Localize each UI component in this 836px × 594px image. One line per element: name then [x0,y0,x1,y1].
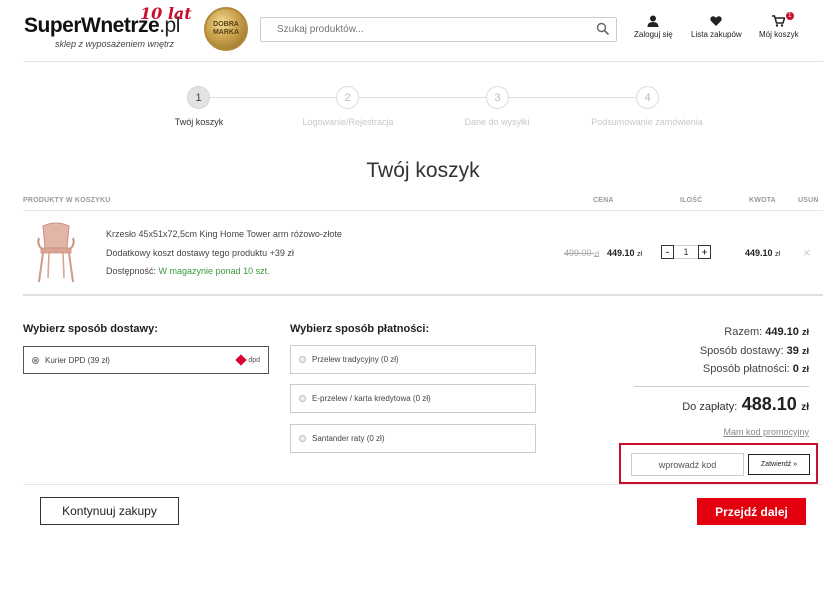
availability-value: W magazynie ponad 10 szt. [158,266,270,276]
proceed-button[interactable]: Przejdź dalej [697,498,806,525]
delivery-option-dpd[interactable]: Kurier DPD (39 zł) dpd [23,346,269,374]
col-header-remove: USUŃ [798,197,819,204]
search-box [260,17,617,42]
logo-anniversary: 10 lat [140,4,192,23]
checkout-steps-line [198,97,648,98]
cart-icon [772,15,786,27]
old-price: 499.00 zł [564,248,600,258]
product-thumbnail[interactable] [33,220,79,284]
summary-subtotal: Razem: 449.10 zł [724,326,809,338]
payment-option-label: E-przelew / karta kredytowa (0 zł) [312,394,431,403]
col-header-products: PRODUKTY W KOSZYKU [23,197,111,204]
dpd-logo: dpd [235,354,260,366]
search-input[interactable] [261,18,591,41]
step-4-circle: 4 [636,86,659,109]
payment-option-transfer[interactable]: Przelew tradycyjny (0 zł) [290,345,536,374]
step-2-circle: 2 [336,86,359,109]
step-3-circle: 3 [486,86,509,109]
step-3-label: Dane do wysyłki [464,117,530,127]
qty-input[interactable]: 1 [674,245,698,259]
payment-option-card[interactable]: E-przelew / karta kredytowa (0 zł) [290,384,536,413]
step-2-label: Logowanie/Rejestracja [302,117,394,127]
medal-text: DOBRA MARKA [212,21,240,36]
payment-option-label: Santander raty (0 zł) [312,434,385,443]
table-bottom-divider [23,294,823,296]
continue-shopping-button[interactable]: Kontynuuj zakupy [40,497,179,525]
product-extra-shipping: Dodatkowy koszt dostawy tego produktu +3… [106,248,294,258]
unit-price: 449.10 zł [607,248,643,258]
availability-label: Dostępność: [106,266,157,276]
line-total: 449.10 zł [745,248,781,258]
payment-option-installments[interactable]: Santander raty (0 zł) [290,424,536,453]
radio-dpd[interactable] [32,356,39,364]
logo-tagline: sklep z wyposażeniem wnętrz [55,39,175,49]
promo-submit-button[interactable]: Zatwierdź » [748,454,810,475]
user-icon [647,15,659,27]
summary-divider [634,386,809,387]
summary-payment: Sposób płatności: 0 zł [702,363,809,375]
delivery-option-label: Kurier DPD (39 zł) [45,355,110,365]
qty-decrease-button[interactable]: - [661,245,674,259]
promo-code-box: Zatwierdź » [619,443,818,484]
payment-title: Wybierz sposób płatności: [290,323,430,335]
step-1-circle: 1 [187,86,210,109]
footer-divider [23,484,823,485]
qty-increase-button[interactable]: + [698,245,711,259]
login-link[interactable]: Zaloguj się [634,15,673,39]
col-header-qty: ILOŚĆ [680,197,703,204]
step-4-label: Podsumowanie zamówienia [591,117,703,127]
summary-total: Do zapłaty: 488.10 zł [682,394,809,414]
login-label: Zaloguj się [634,30,673,39]
payment-option-label: Przelew tradycyjny (0 zł) [312,355,399,364]
product-availability: Dostępność: W magazynie ponad 10 szt. [106,266,270,276]
radio-card[interactable] [299,395,306,402]
col-header-price: CENA [593,197,614,204]
cart-link[interactable]: 1 Mój koszyk [759,12,799,39]
delivery-title: Wybierz sposób dostawy: [23,323,158,335]
promo-code-input[interactable] [631,453,744,476]
page-title: Twój koszyk [366,159,480,182]
remove-item-icon[interactable]: × [803,245,811,260]
promo-code-link[interactable]: Mam kod promocyjny [723,427,809,437]
header-divider [23,61,823,62]
summary-delivery: Sposób dostawy: 39 zł [699,345,809,357]
cart-label: Mój koszyk [759,30,799,39]
quality-medal-badge: DOBRA MARKA [204,7,248,51]
search-icon[interactable] [596,22,610,36]
radio-transfer[interactable] [299,356,306,363]
radio-installments[interactable] [299,435,306,442]
wishlist-label: Lista zakupów [691,30,742,39]
cart-count-badge: 1 [785,12,794,20]
wishlist-link[interactable]: Lista zakupów [691,15,742,39]
step-1-label: Twój koszyk [174,117,224,127]
product-name-link[interactable]: Krzesło 45x51x72,5cm King Home Tower arm… [106,229,342,239]
site-logo[interactable]: SuperWnetrze.pl 10 lat sklep z wyposażen… [24,4,199,50]
col-header-amount: KWOTA [749,197,776,204]
heart-icon [710,16,722,26]
quantity-stepper: - 1 + [661,245,711,259]
table-header-divider [23,210,823,211]
